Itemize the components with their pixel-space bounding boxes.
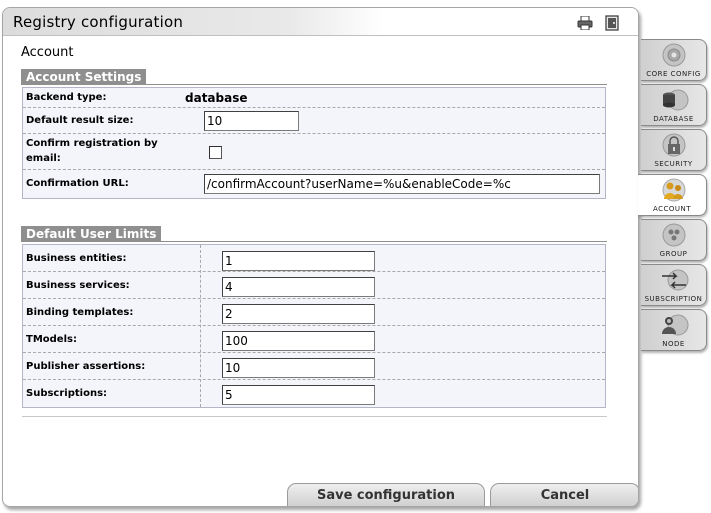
window-title: Registry configuration [13, 13, 184, 31]
confirm-registration-row: Confirm registration by email: [23, 134, 605, 170]
print-icon[interactable] [577, 16, 593, 30]
tab-security[interactable]: SECURITY [641, 129, 707, 171]
tab-node[interactable]: NODE [641, 309, 707, 351]
database-icon [663, 89, 689, 111]
business-services-input[interactable] [222, 277, 375, 297]
tab-database-label: DATABASE [653, 115, 694, 123]
group-icon [662, 223, 686, 247]
limit-row-business-services: Business services: [23, 272, 605, 299]
user-limits-rule [21, 241, 607, 242]
account-icon [662, 178, 686, 202]
limit-row-binding-templates: Binding templates: [23, 299, 605, 326]
backend-type-row: Backend type: database [23, 88, 605, 108]
subscriptions-input[interactable] [222, 385, 375, 405]
confirmation-url-label: Confirmation URL: [26, 178, 129, 189]
limit-row-business-entities: Business entities: [23, 245, 605, 272]
tab-account-label: ACCOUNT [652, 205, 692, 213]
limit-row-publisher-assertions: Publisher assertions: [23, 353, 605, 380]
tab-account[interactable]: ACCOUNT [638, 174, 707, 216]
user-limits-table: Business entities: Business services: Bi… [22, 244, 606, 408]
business-entities-label: Business entities: [26, 253, 127, 264]
publisher-assertions-label: Publisher assertions: [26, 361, 146, 372]
account-settings-header: Account Settings [21, 69, 147, 85]
tab-node-label: NODE [662, 340, 685, 348]
tab-group[interactable]: GROUP [641, 219, 707, 261]
exit-icon[interactable] [605, 15, 619, 31]
security-icon [662, 133, 686, 157]
limit-row-tmodels: TModels: [23, 326, 605, 353]
tab-security-label: SECURITY [654, 160, 693, 168]
node-icon [662, 314, 689, 336]
publisher-assertions-input[interactable] [222, 358, 375, 378]
tab-group-label: GROUP [659, 250, 688, 258]
business-entities-input[interactable] [222, 251, 375, 271]
core-config-icon [662, 43, 686, 67]
backend-type-value: database [185, 91, 248, 105]
tmodels-label: TModels: [26, 334, 77, 345]
user-limits-header: Default User Limits [21, 226, 162, 242]
confirmation-url-input[interactable] [204, 174, 600, 194]
default-result-size-row: Default result size: [23, 108, 605, 134]
tmodels-input[interactable] [222, 331, 375, 351]
account-settings-table: Backend type: database Default result si… [22, 87, 606, 199]
tab-core-config-label: CORE CONFIG [646, 70, 701, 78]
subscriptions-label: Subscriptions: [26, 388, 108, 399]
binding-templates-label: Binding templates: [26, 307, 134, 318]
binding-templates-input[interactable] [222, 304, 375, 324]
backend-type-label: Backend type: [26, 92, 107, 103]
tab-subscription-label: SUBSCRIPTION [644, 295, 703, 303]
section-title: Account [21, 45, 74, 60]
cancel-button[interactable]: Cancel [490, 483, 638, 506]
default-result-size-label: Default result size: [26, 115, 134, 126]
confirm-registration-checkbox[interactable] [209, 146, 222, 159]
tab-database[interactable]: DATABASE [641, 84, 707, 126]
account-settings-rule [21, 84, 607, 85]
bottom-divider [22, 416, 607, 417]
title-bar: Registry configuration [3, 8, 638, 36]
limit-row-subscriptions: Subscriptions: [23, 380, 605, 407]
save-configuration-button[interactable]: Save configuration [287, 483, 485, 506]
subscription-icon [662, 269, 689, 291]
tab-subscription[interactable]: SUBSCRIPTION [641, 264, 707, 306]
business-services-label: Business services: [26, 280, 130, 291]
registry-config-panel: Registry configuration Account Account S… [2, 7, 639, 507]
confirmation-url-row: Confirmation URL: [23, 170, 605, 198]
confirm-registration-label: Confirm registration by email: [26, 138, 158, 164]
tab-core-config[interactable]: CORE CONFIG [641, 39, 707, 81]
default-result-size-input[interactable] [204, 111, 299, 131]
